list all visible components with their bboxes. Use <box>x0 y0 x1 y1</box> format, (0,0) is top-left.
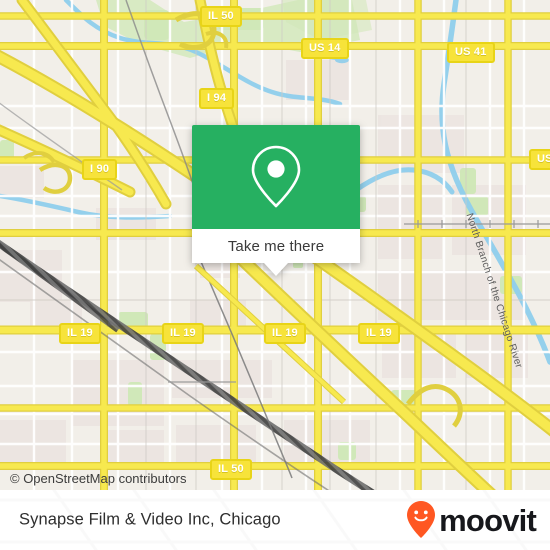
callout-pointer-tail <box>264 263 288 276</box>
callout-action-bar[interactable]: Take me there <box>192 229 360 263</box>
footer-bar: Synapse Film & Video Inc, Chicago moovit <box>0 490 550 550</box>
moovit-smiley-pin-icon <box>407 501 436 538</box>
highway-shield-il19-2[interactable]: IL 19 <box>162 323 204 344</box>
callout-pin-area <box>192 125 360 229</box>
map-canvas[interactable]: IL 50 US 14 US 41 I 94 I 90 US IL 19 IL … <box>0 0 550 490</box>
moovit-brand[interactable]: moovit <box>406 500 537 540</box>
highway-shield-us41[interactable]: US 41 <box>447 42 495 63</box>
highway-shield-il50-north[interactable]: IL 50 <box>200 6 242 27</box>
highway-shield-i90[interactable]: I 90 <box>82 159 118 180</box>
highway-shield-il19-1[interactable]: IL 19 <box>59 323 101 344</box>
highway-shield-il19-4[interactable]: IL 19 <box>358 323 400 344</box>
map-pin-icon <box>251 145 301 208</box>
highway-shield-i94[interactable]: I 94 <box>199 88 235 109</box>
highway-shield-us14[interactable]: US 14 <box>301 38 349 59</box>
highway-shield-il19-3[interactable]: IL 19 <box>264 323 306 344</box>
highway-shield-il50-south[interactable]: IL 50 <box>210 459 252 480</box>
map-screenshot: IL 50 US 14 US 41 I 94 I 90 US IL 19 IL … <box>0 0 550 550</box>
moovit-wordmark: moovit <box>439 502 537 538</box>
highway-shield-us-edge[interactable]: US <box>529 149 550 170</box>
take-me-there-label: Take me there <box>227 237 325 255</box>
location-callout-card[interactable]: Take me there <box>192 125 360 276</box>
osm-attribution[interactable]: © OpenStreetMap contributors <box>10 471 187 486</box>
place-title: Synapse Film & Video Inc, Chicago <box>19 510 281 529</box>
